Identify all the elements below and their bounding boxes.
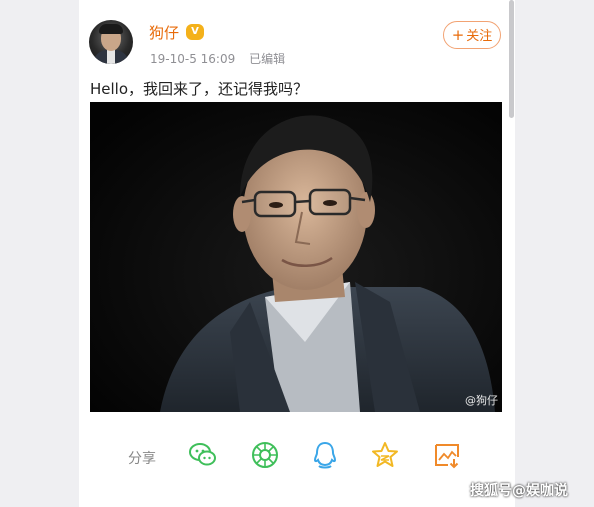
avatar-shirt — [107, 50, 115, 64]
plus-icon: + — [451, 26, 465, 44]
moments-icon[interactable] — [250, 440, 280, 470]
post-text: Hello，我回来了，还记得我吗？ — [90, 80, 309, 98]
author-name[interactable]: 狗仔 — [149, 22, 179, 43]
qq-icon[interactable] — [310, 440, 340, 470]
wechat-icon[interactable] — [188, 440, 218, 470]
qzone-icon[interactable] — [370, 440, 400, 470]
photo-watermark: @狗仔 — [465, 394, 498, 407]
share-label: 分享 — [128, 451, 156, 467]
vip-badge-icon: V — [186, 24, 204, 40]
portrait-illustration — [90, 102, 502, 412]
follow-button[interactable]: + 关注 — [443, 21, 501, 49]
follow-label: 关注 — [466, 29, 493, 44]
post-photo[interactable]: @狗仔 — [90, 102, 502, 412]
avatar[interactable] — [89, 20, 133, 64]
edited-label: 已编辑 — [249, 52, 286, 66]
scrollbar[interactable] — [509, 0, 514, 118]
post-date: 19-10-5 16:09 — [150, 52, 236, 66]
save-image-icon[interactable] — [432, 440, 462, 470]
avatar-hair — [99, 24, 123, 34]
post-meta: 19-10-5 16:09 已编辑 — [150, 50, 295, 67]
page-watermark: 搜狐号@娱咖说 — [470, 483, 568, 499]
